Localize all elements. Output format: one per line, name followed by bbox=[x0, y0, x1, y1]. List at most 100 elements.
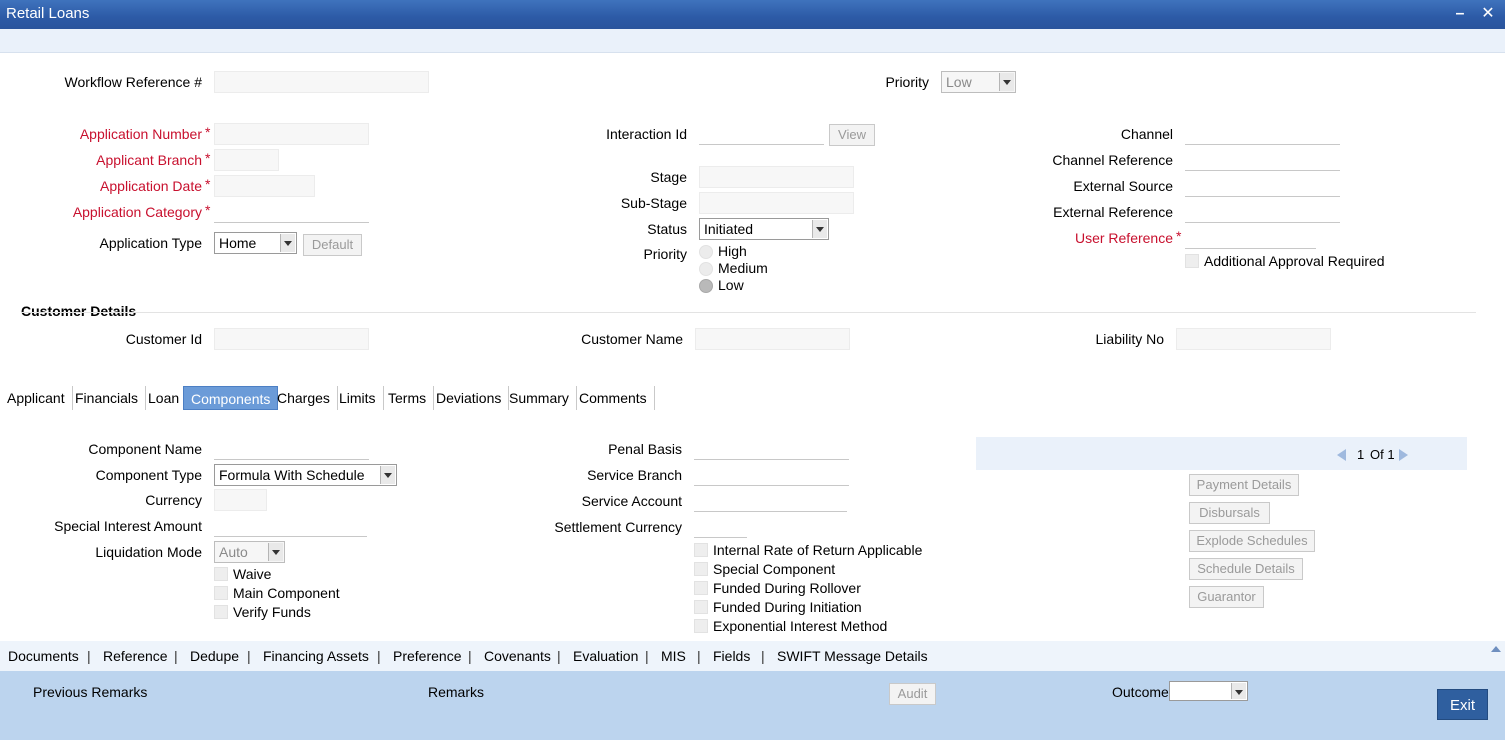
channel-reference-field[interactable] bbox=[1185, 149, 1340, 171]
external-reference-field[interactable] bbox=[1185, 201, 1340, 223]
next-page-icon[interactable] bbox=[1399, 449, 1408, 461]
verify-funds-checkbox[interactable] bbox=[214, 605, 228, 619]
application-number-field[interactable] bbox=[214, 123, 369, 145]
required-marker: * bbox=[205, 176, 211, 192]
link-reference[interactable]: Reference bbox=[103, 648, 168, 664]
tab-charges[interactable]: Charges bbox=[270, 386, 338, 410]
previous-page-icon[interactable] bbox=[1337, 449, 1346, 461]
settlement-currency-label: Settlement Currency bbox=[554, 519, 682, 535]
application-type-value: Home bbox=[219, 235, 257, 251]
schedule-details-button[interactable]: Schedule Details bbox=[1189, 558, 1303, 580]
header-priority-select[interactable]: Low bbox=[941, 71, 1016, 93]
special-component-checkbox[interactable] bbox=[694, 562, 708, 576]
component-name-field[interactable] bbox=[214, 438, 369, 460]
previous-remarks-link[interactable]: Previous Remarks bbox=[33, 684, 147, 700]
special-component-label: Special Component bbox=[713, 561, 836, 577]
application-category-field[interactable] bbox=[214, 201, 369, 223]
outcome-select[interactable] bbox=[1169, 681, 1248, 701]
penal-basis-field[interactable] bbox=[694, 438, 849, 460]
funded-initiation-checkbox[interactable] bbox=[694, 600, 708, 614]
payment-details-button[interactable]: Payment Details bbox=[1189, 474, 1299, 496]
service-account-field[interactable] bbox=[694, 490, 847, 512]
link-financing-assets[interactable]: Financing Assets bbox=[263, 648, 369, 664]
view-button[interactable]: View bbox=[829, 124, 875, 146]
pager-of: Of 1 bbox=[1370, 447, 1395, 462]
tab-deviations[interactable]: Deviations bbox=[429, 386, 510, 410]
liability-no-field[interactable] bbox=[1176, 328, 1331, 350]
component-type-select[interactable]: Formula With Schedule bbox=[214, 464, 397, 486]
tab-financials[interactable]: Financials bbox=[68, 386, 147, 410]
remarks-link[interactable]: Remarks bbox=[428, 684, 484, 700]
status-select[interactable]: Initiated bbox=[699, 218, 829, 240]
collapse-icon[interactable] bbox=[1490, 643, 1502, 653]
exponential-interest-checkbox[interactable] bbox=[694, 619, 708, 633]
link-documents[interactable]: Documents bbox=[8, 648, 79, 664]
link-swift-message-details[interactable]: SWIFT Message Details bbox=[777, 648, 928, 664]
link-mis[interactable]: MIS bbox=[661, 648, 686, 664]
subsystem-links-bar: Documents | Reference | Dedupe | Financi… bbox=[0, 641, 1505, 671]
channel-field[interactable] bbox=[1185, 123, 1340, 145]
minimize-icon[interactable]: – bbox=[1450, 4, 1470, 24]
application-type-select[interactable]: Home bbox=[214, 232, 297, 254]
link-separator: | bbox=[761, 648, 765, 664]
link-covenants[interactable]: Covenants bbox=[484, 648, 551, 664]
tab-summary[interactable]: Summary bbox=[502, 386, 577, 410]
channel-label: Channel bbox=[1120, 126, 1173, 142]
customer-name-field[interactable] bbox=[695, 328, 850, 350]
user-reference-label: User Reference bbox=[1074, 230, 1173, 246]
stage-field[interactable] bbox=[699, 166, 854, 188]
external-reference-label: External Reference bbox=[1053, 204, 1173, 220]
link-separator: | bbox=[468, 648, 472, 664]
liquidation-mode-label: Liquidation Mode bbox=[95, 544, 202, 560]
guarantor-button[interactable]: Guarantor bbox=[1189, 586, 1264, 608]
additional-approval-checkbox[interactable] bbox=[1185, 254, 1199, 268]
application-date-field[interactable] bbox=[214, 175, 315, 197]
disbursals-button[interactable]: Disbursals bbox=[1189, 502, 1270, 524]
irr-checkbox[interactable] bbox=[694, 543, 708, 557]
customer-details-title: Customer Details bbox=[21, 303, 137, 319]
interaction-id-field[interactable] bbox=[699, 123, 824, 145]
interaction-id-label: Interaction Id bbox=[606, 126, 687, 142]
settlement-currency-field[interactable] bbox=[694, 516, 747, 538]
tab-limits[interactable]: Limits bbox=[332, 386, 384, 410]
currency-field[interactable] bbox=[214, 489, 267, 511]
link-preference[interactable]: Preference bbox=[393, 648, 461, 664]
audit-button[interactable]: Audit bbox=[889, 683, 936, 705]
default-button[interactable]: Default bbox=[303, 234, 362, 256]
link-separator: | bbox=[174, 648, 178, 664]
customer-id-label: Customer Id bbox=[125, 331, 202, 347]
workflow-reference-field[interactable] bbox=[214, 71, 429, 93]
tab-terms[interactable]: Terms bbox=[381, 386, 435, 410]
application-type-label: Application Type bbox=[99, 235, 202, 251]
workflow-reference-label: Workflow Reference # bbox=[64, 74, 202, 90]
priority-high-radio[interactable] bbox=[699, 245, 713, 259]
link-dedupe[interactable]: Dedupe bbox=[190, 648, 239, 664]
main-component-label: Main Component bbox=[233, 585, 340, 601]
tab-comments[interactable]: Comments bbox=[572, 386, 655, 410]
customer-id-field[interactable] bbox=[214, 328, 369, 350]
funded-rollover-checkbox[interactable] bbox=[694, 581, 708, 595]
special-interest-amount-field[interactable] bbox=[214, 515, 367, 537]
waive-checkbox[interactable] bbox=[214, 567, 228, 581]
liquidation-mode-select[interactable]: Auto bbox=[214, 541, 285, 563]
priority-medium-radio[interactable] bbox=[699, 262, 713, 276]
close-icon[interactable]: ✕ bbox=[1478, 4, 1498, 24]
tab-loan[interactable]: Loan bbox=[141, 386, 188, 410]
applicant-branch-field[interactable] bbox=[214, 149, 279, 171]
header-priority-label: Priority bbox=[885, 74, 929, 90]
link-evaluation[interactable]: Evaluation bbox=[573, 648, 638, 664]
customer-name-label: Customer Name bbox=[581, 331, 683, 347]
explode-schedules-button[interactable]: Explode Schedules bbox=[1189, 530, 1315, 552]
external-source-field[interactable] bbox=[1185, 175, 1340, 197]
external-source-label: External Source bbox=[1073, 178, 1173, 194]
sub-stage-field[interactable] bbox=[699, 192, 854, 214]
link-fields[interactable]: Fields bbox=[713, 648, 750, 664]
exit-button[interactable]: Exit bbox=[1437, 689, 1488, 720]
main-component-checkbox[interactable] bbox=[214, 586, 228, 600]
priority-low-radio[interactable] bbox=[699, 279, 713, 293]
exponential-interest-label: Exponential Interest Method bbox=[713, 618, 888, 634]
tab-components[interactable]: Components bbox=[183, 386, 279, 410]
tab-applicant[interactable]: Applicant bbox=[0, 386, 73, 410]
user-reference-field[interactable] bbox=[1185, 227, 1316, 249]
service-branch-field[interactable] bbox=[694, 464, 849, 486]
